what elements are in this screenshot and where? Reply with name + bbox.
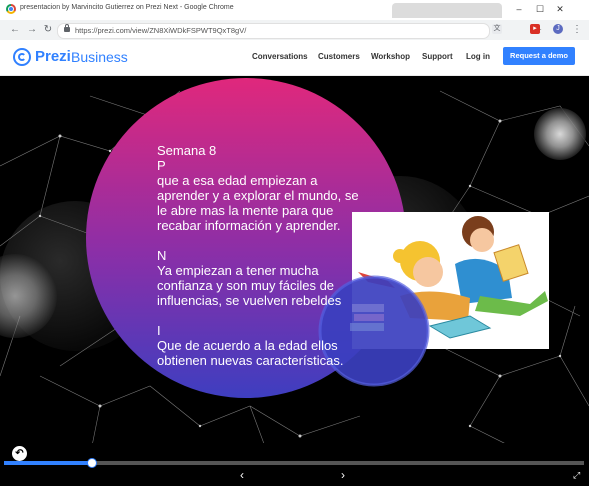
- back-arrow-icon[interactable]: ↶: [12, 446, 27, 461]
- url-text[interactable]: https://prezi.com/view/ZN8XiWDkFSPWT9QxT…: [75, 26, 246, 35]
- slide-text-block: Semana 8 P que a esa edad empiezan a apr…: [157, 143, 362, 368]
- slide-paragraph-3: Que de acuerdo a la edad ellos obtienen …: [157, 338, 344, 368]
- close-icon[interactable]: ✕: [551, 2, 569, 16]
- browser-toolbar: ← → ↻ https://prezi.com/view/ZN8XiWDkFSP…: [0, 20, 589, 41]
- nav-support[interactable]: Support: [422, 52, 453, 61]
- progress-fill: [4, 461, 91, 465]
- lock-icon: [64, 24, 70, 32]
- slide-letter-p: P: [157, 158, 166, 173]
- arrow-right-icon[interactable]: →: [26, 24, 38, 36]
- slide-letter-n: N: [157, 248, 167, 263]
- address-bar[interactable]: https://prezi.com/view/ZN8XiWDkFSPWT9QxT…: [57, 23, 542, 39]
- brand-business[interactable]: Business: [71, 49, 128, 65]
- tab-strip[interactable]: [392, 3, 502, 18]
- nav-conversations[interactable]: Conversations: [252, 52, 308, 61]
- nav-workshop[interactable]: Workshop: [371, 52, 410, 61]
- window-titlebar: presentacion by Marvincito Gutierrez on …: [0, 0, 589, 21]
- brand-prezi[interactable]: Prezi: [35, 48, 71, 65]
- white-sphere-top-right: [534, 108, 586, 160]
- maximize-icon[interactable]: ☐: [531, 2, 549, 16]
- slide-letter-i: I: [157, 323, 161, 338]
- chevron-left-icon[interactable]: ‹: [240, 468, 244, 482]
- translate-icon[interactable]: 文: [492, 24, 502, 34]
- profile-avatar-icon[interactable]: J: [553, 24, 563, 34]
- prezi-logo-icon[interactable]: [13, 48, 31, 66]
- nav-login[interactable]: Log in: [466, 52, 490, 61]
- progress-thumb[interactable]: [87, 458, 97, 468]
- menu-kebab-icon[interactable]: ⋮: [571, 24, 583, 36]
- request-demo-button[interactable]: Request a demo: [503, 47, 575, 65]
- presentation-canvas[interactable]: Semana 8 P que a esa edad empiezan a apr…: [0, 76, 589, 460]
- window-title: presentacion by Marvincito Gutierrez on …: [20, 4, 234, 11]
- minimize-icon[interactable]: –: [510, 2, 528, 16]
- arrow-left-icon[interactable]: ←: [9, 24, 21, 36]
- fullscreen-icon[interactable]: ⤢: [573, 470, 580, 481]
- chevron-right-icon[interactable]: ›: [341, 468, 345, 482]
- player-controls: ↶ ‹ › ⤢: [0, 443, 589, 486]
- chrome-logo-icon: [6, 4, 16, 14]
- reload-icon[interactable]: ↻: [42, 24, 54, 36]
- extension-icon[interactable]: ▸: [530, 24, 540, 34]
- slide-paragraph-1: que a esa edad empiezan a aprender y a e…: [157, 173, 359, 233]
- prezi-header: Prezi Business Conversations Customers W…: [0, 40, 589, 76]
- slide-heading: Semana 8: [157, 143, 217, 158]
- slide-paragraph-2: Ya empiezan a tener mucha confianza y so…: [157, 263, 342, 308]
- nav-customers[interactable]: Customers: [318, 52, 360, 61]
